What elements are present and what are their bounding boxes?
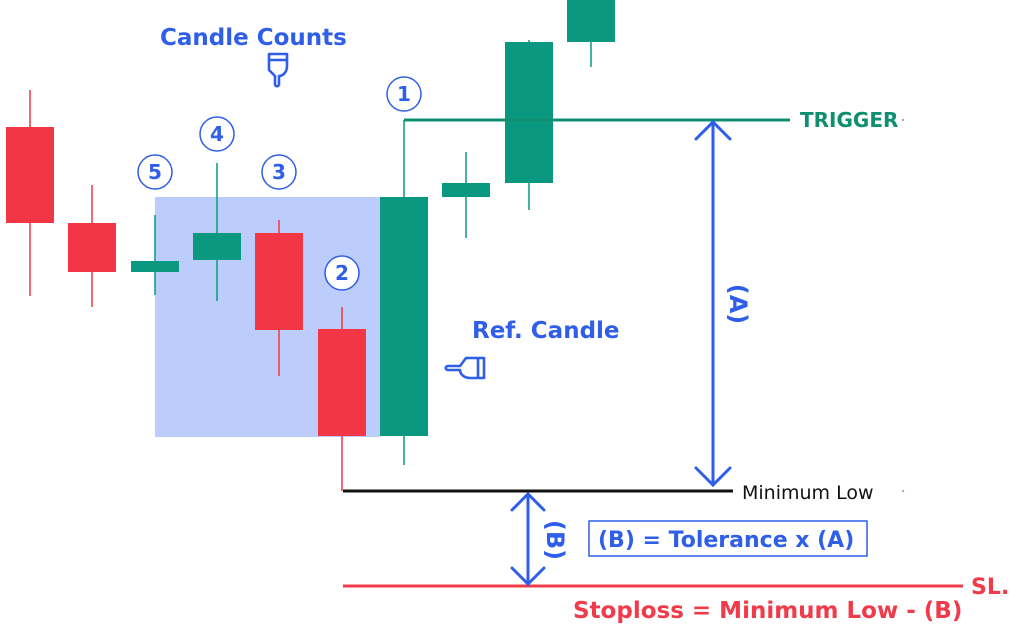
candle-body	[505, 42, 553, 183]
candle-body	[6, 127, 54, 223]
count-marker-5: 5	[137, 154, 173, 190]
candle-body	[68, 223, 116, 272]
bearish-candle	[318, 307, 366, 491]
candle-body	[380, 197, 428, 436]
candle-counts-title: Candle Counts	[160, 25, 347, 51]
bullish-candle	[442, 152, 490, 238]
measure-a-label: (A)	[724, 284, 752, 325]
count-marker-number: 4	[210, 122, 224, 146]
minimum-low-label: Minimum Low	[742, 482, 874, 504]
count-marker-1: 1	[386, 76, 422, 112]
tolerance-formula: (B) = Tolerance x (A)	[598, 528, 854, 553]
count-marker-number: 2	[335, 261, 349, 285]
count-marker-2: 2	[324, 255, 360, 291]
reference-candle	[380, 120, 428, 465]
candle-body	[193, 233, 241, 260]
stoploss-short-label: SL.	[971, 575, 1009, 600]
trigger-end-dot	[901, 118, 905, 122]
hand-pointing-left-icon	[444, 356, 486, 380]
ref-candle-label: Ref. Candle	[472, 318, 620, 344]
measure-b-label: (B)	[541, 520, 569, 560]
minimum-low-end-dot	[901, 489, 905, 493]
trigger-label: TRIGGER	[800, 108, 898, 132]
count-marker-3: 3	[261, 154, 297, 190]
measure-b-arrow	[510, 491, 546, 587]
hand-pointing-down-icon	[267, 52, 289, 88]
count-marker-4: 4	[199, 116, 235, 152]
candle-body	[567, 0, 615, 42]
bullish-candle	[505, 40, 553, 210]
bearish-candle	[68, 185, 116, 307]
candle-body	[318, 329, 366, 436]
candle-body	[255, 233, 303, 330]
candle-body	[131, 261, 179, 272]
count-marker-number: 1	[397, 82, 411, 106]
count-marker-number: 5	[148, 160, 162, 184]
stoploss-formula: Stoploss = Minimum Low - (B)	[573, 598, 962, 624]
candlestick-diagram: TRIGGER Minimum Low SL. Stoploss = Minim…	[6, 0, 1009, 624]
bullish-candle	[567, 0, 615, 67]
count-marker-number: 3	[272, 160, 286, 184]
candle-body	[442, 183, 490, 197]
bearish-candle	[6, 90, 54, 296]
